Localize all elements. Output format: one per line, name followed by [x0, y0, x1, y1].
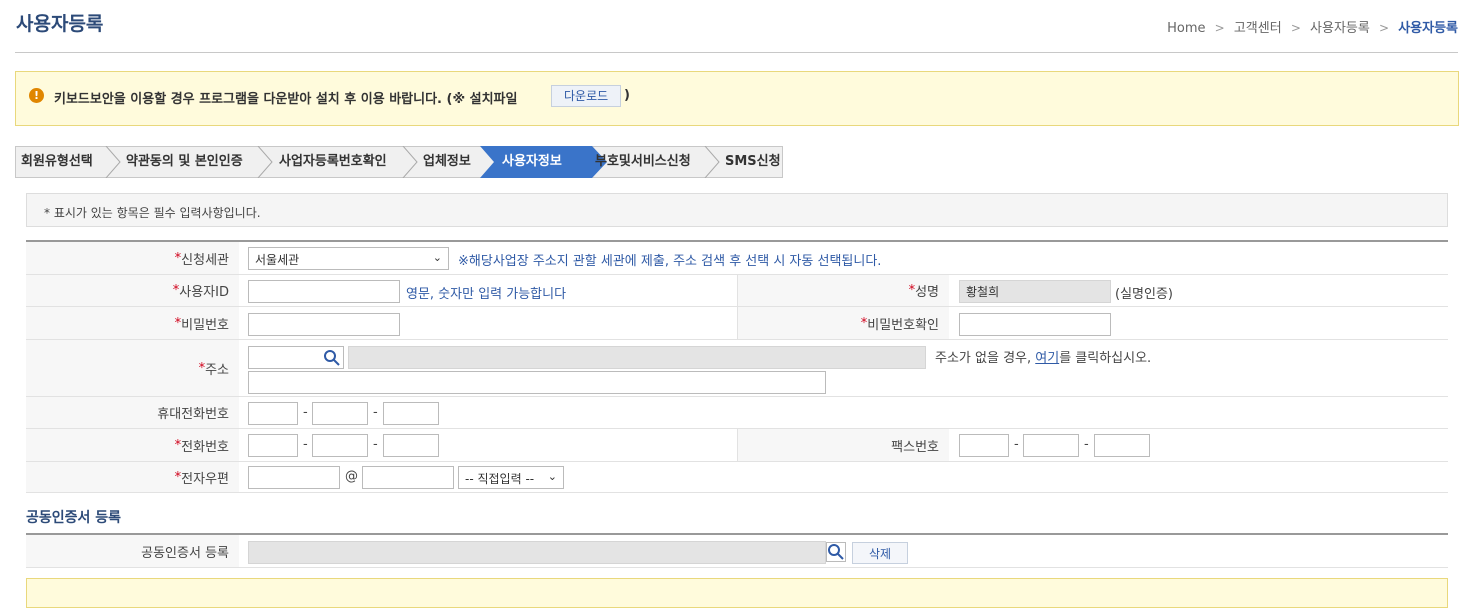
fax-part2-input[interactable] — [1023, 434, 1079, 457]
customs-select[interactable]: 서울세관 ⌄ — [248, 247, 449, 270]
breadcrumb-user-registration[interactable]: 사용자등록 — [1310, 21, 1370, 36]
notice-text: 키보드보안을 이용할 경우 프로그램을 다운받아 설치 후 이용 바랍니다. (… — [54, 92, 518, 107]
userid-hint: 영문, 숫자만 입력 가능합니다 — [406, 287, 567, 302]
password-confirm-label: * 비밀번호확인 — [737, 307, 949, 339]
breadcrumb-home[interactable]: Home — [1167, 21, 1205, 36]
cert-input — [248, 541, 826, 564]
row-mobile: 휴대전화번호 - - — [26, 397, 1448, 429]
name-verified-note: (실명인증) — [1115, 287, 1173, 302]
row-email: * 전자우편 @ -- 직접입력 -- ⌄ — [26, 462, 1448, 493]
breadcrumb-customer-center[interactable]: 고객센터 — [1234, 21, 1282, 36]
at-sign: @ — [345, 469, 358, 484]
bottom-notice-box — [26, 578, 1448, 608]
dash-separator: - — [1014, 437, 1019, 452]
row-userid-name: *사용자ID 영문, 숫자만 입력 가능합니다 *성명 (실명인증) — [26, 275, 1448, 307]
chevron-right-icon — [105, 146, 121, 178]
chevron-right-icon: > — [1378, 21, 1390, 35]
password-input[interactable] — [248, 313, 400, 336]
email-local-input[interactable] — [248, 466, 340, 489]
chevron-right-icon: > — [1214, 21, 1225, 35]
step-sms: SMS신청 — [725, 154, 781, 169]
password-confirm-input[interactable] — [959, 313, 1111, 336]
exclamation-icon: ! — [29, 88, 44, 103]
user-info-form: * 신청세관 서울세관 ⌄ ※해당사업장 주소지 관할 세관에 제출, 주소 검색 … — [26, 240, 1448, 493]
chevron-right-icon — [402, 146, 418, 178]
customs-hint: ※해당사업장 주소지 관할 세관에 제출, 주소 검색 후 선택 시 자동 선택… — [458, 254, 882, 269]
row-customs: * 신청세관 서울세관 ⌄ ※해당사업장 주소지 관할 세관에 제출, 주소 검색 … — [26, 242, 1448, 275]
address-manual-link[interactable]: 여기 — [1035, 351, 1059, 366]
notice-close-paren: ) — [624, 88, 630, 103]
email-domain-select[interactable]: -- 직접입력 -- ⌄ — [458, 466, 564, 489]
dash-separator: - — [1084, 437, 1089, 452]
fax-label: 팩스번호 — [737, 429, 949, 461]
dash-separator: - — [303, 437, 308, 452]
title-divider — [15, 52, 1458, 53]
fax-part1-input[interactable] — [959, 434, 1009, 457]
chevron-right-icon — [704, 146, 720, 178]
address-main-input — [348, 346, 926, 369]
step-user-info: 사용자정보 — [502, 154, 562, 169]
step-code-service: 부호및서비스신청 — [595, 154, 691, 169]
chevron-right-icon — [257, 146, 273, 178]
mobile-label: 휴대전화번호 — [26, 397, 239, 428]
mobile-part2-input[interactable] — [312, 402, 368, 425]
userid-label: * 사용자ID — [26, 275, 239, 306]
chevron-right-icon: > — [1290, 21, 1301, 35]
step-member-type: 회원유형선택 — [21, 154, 93, 169]
phone-label: * 전화번호 — [26, 429, 239, 461]
address-hint: 주소가 없을 경우, 여기를 클릭하십시오. — [935, 351, 1152, 366]
cert-label: 공동인증서 등록 — [26, 535, 239, 567]
mobile-part3-input[interactable] — [383, 402, 439, 425]
registration-steps: 회원유형선택 약관동의 및 본인인증 사업자등록번호확인 업체정보 사용자정보 … — [15, 146, 783, 178]
required-note-box: * 표시가 있는 항목은 필수 입력사항입니다. — [26, 193, 1448, 227]
cert-delete-button[interactable]: 삭제 — [852, 542, 908, 564]
step-terms-agreement: 약관동의 및 본인인증 — [126, 154, 243, 169]
phone-part2-input[interactable] — [312, 434, 368, 457]
email-domain-input[interactable] — [362, 466, 454, 489]
password-label: * 비밀번호 — [26, 307, 239, 339]
dash-separator: - — [373, 437, 378, 452]
address-detail-input[interactable] — [248, 371, 826, 394]
mobile-part1-input[interactable] — [248, 402, 298, 425]
search-icon[interactable] — [322, 348, 342, 368]
breadcrumb-current: 사용자등록 — [1398, 21, 1458, 36]
phone-part3-input[interactable] — [383, 434, 439, 457]
step-business-number: 사업자등록번호확인 — [279, 154, 387, 169]
email-label: * 전자우편 — [26, 462, 239, 492]
chevron-down-icon: ⌄ — [547, 470, 557, 483]
userid-input[interactable] — [248, 280, 400, 303]
dash-separator: - — [303, 405, 308, 420]
breadcrumb: Home > 고객센터 > 사용자등록 > 사용자등록 — [1167, 17, 1458, 36]
cert-table: 공동인증서 등록 삭제 — [26, 533, 1448, 568]
cert-section-title: 공동인증서 등록 — [26, 510, 122, 526]
row-address: * 주소 주소가 없을 경우, 여기를 클릭하십시오. — [26, 340, 1448, 397]
fax-part3-input[interactable] — [1094, 434, 1150, 457]
search-icon[interactable] — [826, 542, 846, 562]
keyboard-security-notice: ! 키보드보안을 이용할 경우 프로그램을 다운받아 설치 후 이용 바랍니다.… — [15, 71, 1459, 126]
download-button[interactable]: 다운로드 — [551, 85, 622, 107]
required-note: * 표시가 있는 항목은 필수 입력사항입니다. — [44, 206, 261, 220]
name-label: * 성명 — [737, 275, 949, 306]
page-title: 사용자등록 — [16, 13, 104, 35]
name-input — [959, 280, 1111, 303]
customs-label: * 신청세관 — [26, 242, 239, 274]
dash-separator: - — [373, 405, 378, 420]
chevron-down-icon: ⌄ — [432, 251, 442, 264]
row-phone-fax: * 전화번호 - - 팩스번호 - - — [26, 429, 1448, 462]
row-password: * 비밀번호 * 비밀번호확인 — [26, 307, 1448, 340]
phone-part1-input[interactable] — [248, 434, 298, 457]
step-company-info: 업체정보 — [423, 154, 471, 169]
address-label: * 주소 — [26, 340, 239, 396]
